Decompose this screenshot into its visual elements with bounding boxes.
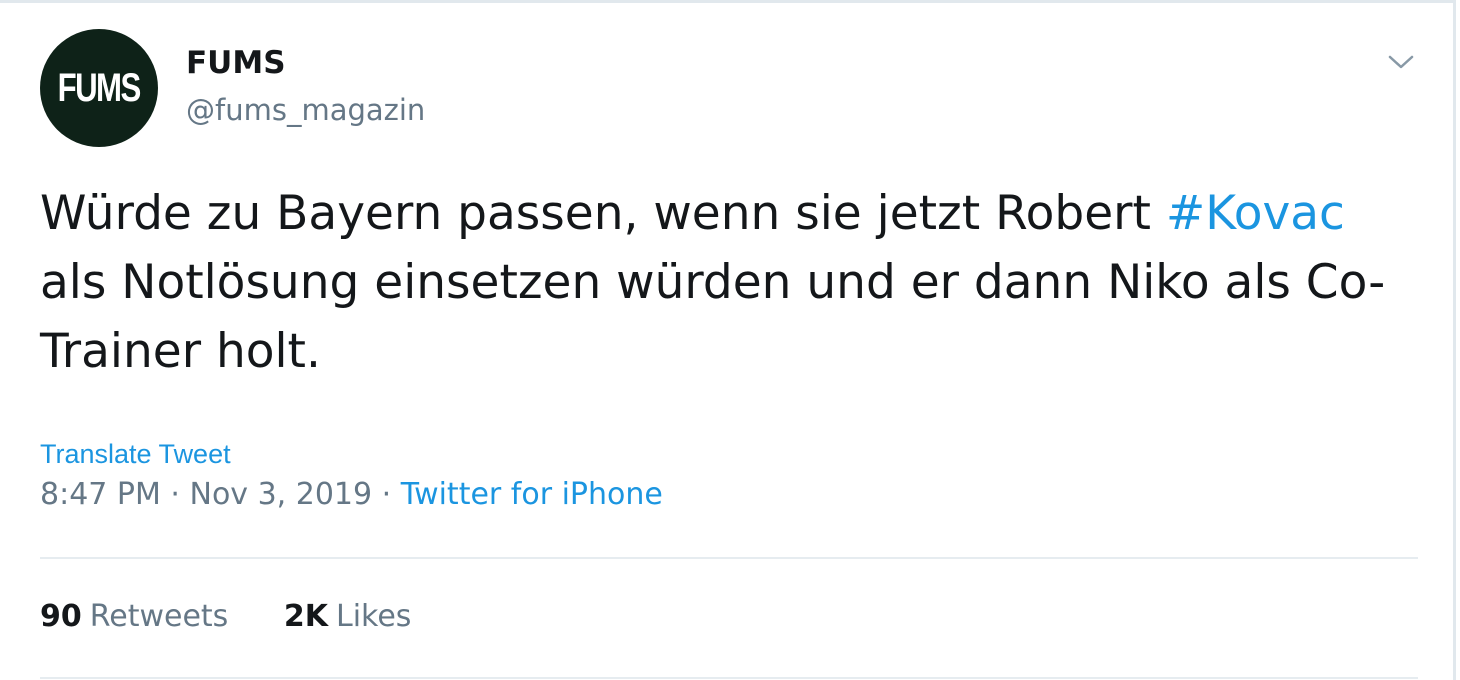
tweet-card: FUMS FUMS @fums_magazin Würde zu Bayern … bbox=[0, 0, 1456, 680]
tweet-text-part: als Notlösung einsetzen würden und er da… bbox=[40, 255, 1386, 379]
avatar[interactable]: FUMS bbox=[40, 29, 158, 147]
likes-label: Likes bbox=[335, 599, 412, 634]
tweet-time[interactable]: 8:47 PM bbox=[40, 477, 161, 512]
chevron-down-icon bbox=[1388, 55, 1414, 69]
tweet-date[interactable]: Nov 3, 2019 bbox=[190, 477, 373, 512]
divider bbox=[40, 557, 1418, 559]
author-handle[interactable]: @fums_magazin bbox=[186, 93, 425, 127]
tweet-text-part: Würde zu Bayern passen, wenn sie jetzt R… bbox=[40, 186, 1166, 241]
tweet-stats: 90 Retweets 2K Likes bbox=[40, 599, 411, 634]
retweets-stat[interactable]: 90 Retweets bbox=[40, 599, 228, 634]
meta-separator: · bbox=[160, 477, 190, 512]
tweet-text: Würde zu Bayern passen, wenn sie jetzt R… bbox=[40, 179, 1420, 386]
avatar-logo-text: FUMS bbox=[57, 65, 142, 110]
likes-count: 2K bbox=[283, 599, 328, 634]
hashtag-link[interactable]: #Kovac bbox=[1166, 186, 1345, 241]
tweet-menu-button[interactable] bbox=[1384, 45, 1418, 79]
likes-stat[interactable]: 2K Likes bbox=[284, 599, 412, 634]
divider bbox=[40, 677, 1418, 679]
translate-tweet-link[interactable]: Translate Tweet bbox=[40, 439, 231, 470]
tweet-metadata: 8:47 PM · Nov 3, 2019 · Twitter for iPho… bbox=[40, 477, 663, 512]
tweet-source-link[interactable]: Twitter for iPhone bbox=[401, 477, 663, 512]
author-display-name[interactable]: FUMS bbox=[186, 45, 286, 81]
retweets-count: 90 bbox=[40, 599, 82, 634]
retweets-label: Retweets bbox=[89, 599, 229, 634]
meta-separator: · bbox=[372, 477, 401, 512]
